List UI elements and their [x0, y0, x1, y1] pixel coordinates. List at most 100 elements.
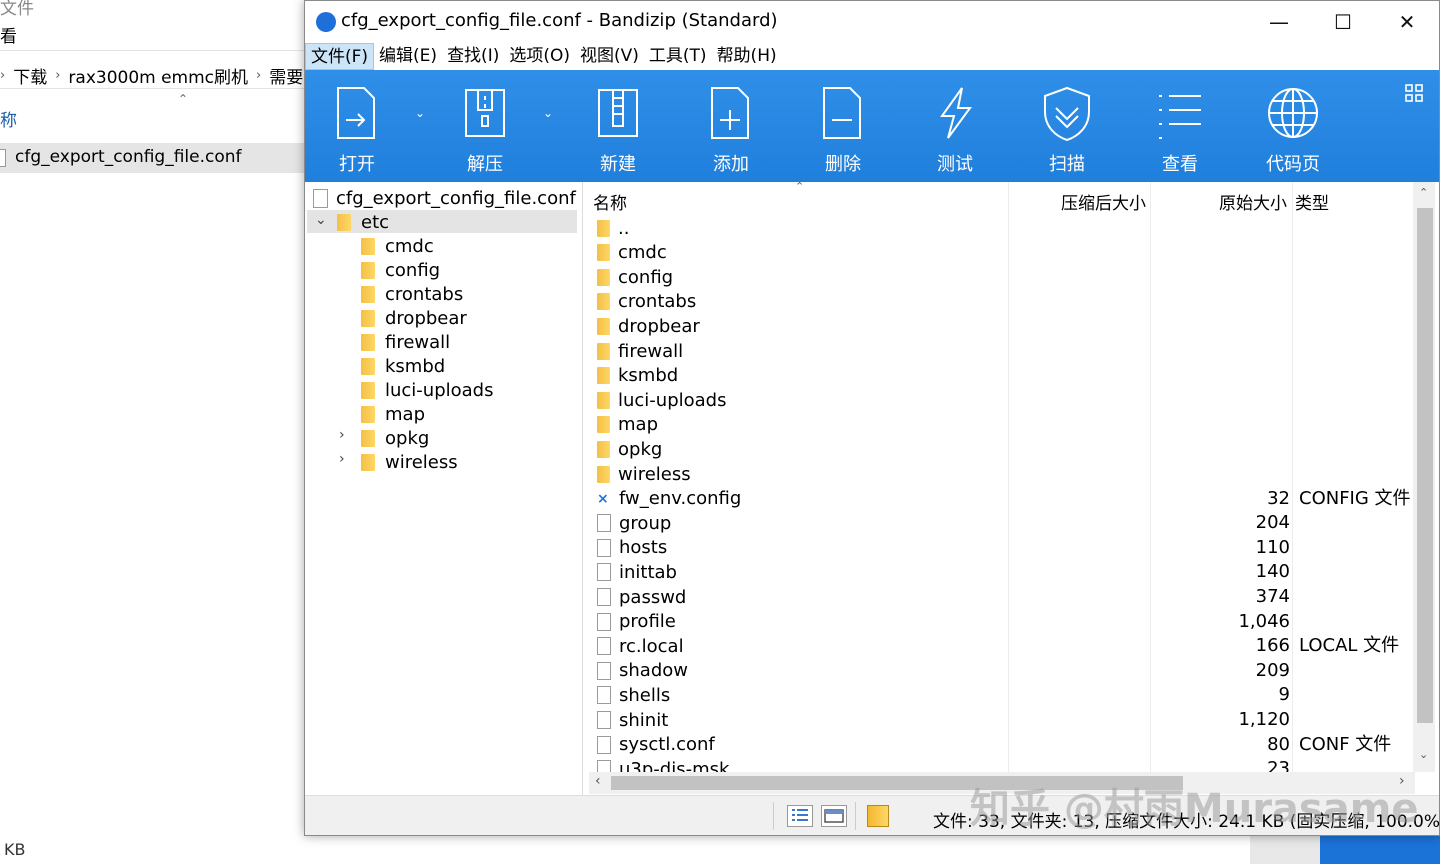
- extract-dropdown-chevron-icon[interactable]: ⌄: [543, 106, 553, 120]
- maximize-button[interactable]: ☐: [1311, 1, 1375, 43]
- archive-info-icon[interactable]: [867, 805, 889, 827]
- list-item[interactable]: shells 9: [589, 683, 1415, 708]
- column-size-header[interactable]: 原始大小: [1219, 189, 1287, 214]
- layout-grid-icon[interactable]: [1405, 84, 1423, 102]
- menu-edit[interactable]: 编辑(E): [374, 43, 442, 70]
- test-icon: [940, 87, 972, 139]
- list-item[interactable]: hosts 110: [589, 536, 1415, 561]
- scroll-thumb[interactable]: [1417, 208, 1433, 723]
- column-type-header[interactable]: 类型: [1295, 189, 1329, 214]
- file-icon: [597, 538, 611, 557]
- open-icon: [337, 87, 375, 139]
- codepage-button[interactable]: 代码页: [1253, 70, 1333, 182]
- breadcrumb-item[interactable]: 下载: [13, 63, 47, 88]
- add-button[interactable]: 添加: [691, 70, 771, 182]
- close-button[interactable]: ✕: [1375, 1, 1439, 43]
- list-item[interactable]: profile 1,046: [589, 610, 1415, 635]
- list-item[interactable]: opkg: [589, 437, 1415, 462]
- scroll-up-icon[interactable]: ⌃: [1419, 186, 1428, 199]
- tree-item-etc[interactable]: etc: [337, 210, 389, 234]
- list-item-name: sysctl.conf: [619, 734, 715, 756]
- list-item[interactable]: shinit 1,120: [589, 708, 1415, 733]
- file-list: 名称 ⌃ 压缩后大小 原始大小 类型 .. cmdc config crontabs d…: [589, 180, 1437, 795]
- vertical-scrollbar[interactable]: ⌃ ⌄: [1413, 182, 1435, 772]
- list-item-name: firewall: [618, 340, 684, 362]
- scan-button[interactable]: 扫描: [1027, 70, 1107, 182]
- tree-item-opkg[interactable]: opkg: [361, 426, 429, 450]
- list-item[interactable]: luci-uploads: [589, 388, 1415, 413]
- tree-item-label: opkg: [385, 427, 430, 449]
- bg-view-buttons[interactable]: [1250, 836, 1320, 864]
- file-icon: [313, 188, 328, 208]
- view-button[interactable]: 查看: [1140, 70, 1220, 182]
- list-item[interactable]: ..: [589, 216, 1415, 241]
- list-item[interactable]: crontabs: [589, 290, 1415, 315]
- file-icon: [597, 637, 611, 656]
- list-item[interactable]: wireless: [589, 462, 1415, 487]
- menu-file[interactable]: 文件(F): [305, 43, 375, 70]
- list-item[interactable]: rc.local 166 LOCAL 文件: [589, 634, 1415, 659]
- list-item-name: dropbear: [618, 315, 700, 337]
- tree-item-luci-uploads[interactable]: luci-uploads: [361, 378, 493, 402]
- tree-item-dropbear[interactable]: dropbear: [361, 306, 467, 330]
- list-item[interactable]: config: [589, 265, 1415, 290]
- list-item-name-cell: shells: [597, 683, 670, 707]
- list-item[interactable]: map: [589, 413, 1415, 438]
- menu-find[interactable]: 查找(I): [442, 43, 504, 70]
- file-icon: [597, 686, 611, 705]
- list-item[interactable]: cmdc: [589, 241, 1415, 266]
- list-item-name-cell: passwd: [597, 585, 686, 609]
- chevron-down-icon[interactable]: ⌄: [315, 212, 327, 228]
- delete-button[interactable]: 删除: [803, 70, 883, 182]
- column-packed-header[interactable]: 压缩后大小: [1061, 189, 1146, 214]
- preview-pane-icon[interactable]: [821, 805, 847, 827]
- list-item[interactable]: dropbear: [589, 314, 1415, 339]
- list-item[interactable]: inittab 140: [589, 560, 1415, 585]
- tree-item-cmdc[interactable]: cmdc: [361, 234, 434, 258]
- title-bar[interactable]: cfg_export_config_file.conf - Bandizip (…: [305, 1, 1439, 43]
- add-label: 添加: [713, 154, 749, 175]
- details-view-icon[interactable]: [787, 805, 813, 827]
- scroll-down-icon[interactable]: ⌄: [1419, 748, 1428, 761]
- menu-view[interactable]: 视图(V): [575, 43, 644, 70]
- menu-help[interactable]: 帮助(H): [712, 43, 782, 70]
- list-item[interactable]: firewall: [589, 339, 1415, 364]
- new-archive-button[interactable]: 新建: [578, 70, 658, 182]
- folder-icon: [597, 268, 610, 286]
- open-button[interactable]: 打开: [317, 70, 397, 182]
- tree-item-firewall[interactable]: firewall: [361, 330, 450, 354]
- tree-root[interactable]: cfg_export_config_file.conf: [313, 186, 576, 210]
- divider: [855, 802, 856, 830]
- tree-item-config[interactable]: config: [361, 258, 440, 282]
- bg-menu-partial: 文件: [0, 0, 34, 19]
- list-item[interactable]: ksmbd: [589, 364, 1415, 389]
- vscode-file-icon: ⨯: [597, 490, 609, 507]
- list-item[interactable]: sysctl.conf 80 CONF 文件: [589, 733, 1415, 758]
- menu-tools[interactable]: 工具(T): [644, 43, 712, 70]
- bg-column-header[interactable]: 称: [0, 106, 17, 131]
- list-item[interactable]: shadow 209: [589, 659, 1415, 684]
- breadcrumb-item[interactable]: 需要: [269, 63, 303, 88]
- chevron-right-icon[interactable]: ›: [339, 427, 345, 443]
- list-item-name: config: [618, 266, 674, 288]
- tree-item-wireless[interactable]: wireless: [361, 450, 458, 474]
- list-item[interactable]: passwd 374: [589, 585, 1415, 610]
- extract-button[interactable]: 解压: [445, 70, 525, 182]
- tree-item-label: map: [385, 403, 425, 425]
- chevron-right-icon[interactable]: ›: [339, 451, 345, 467]
- tree-item-map[interactable]: map: [361, 402, 425, 426]
- test-button[interactable]: 测试: [915, 70, 995, 182]
- bg-view-partial[interactable]: 看: [0, 22, 17, 47]
- breadcrumb-item[interactable]: rax3000m emmc刷机: [68, 63, 248, 88]
- tree-item-ksmbd[interactable]: ksmbd: [361, 354, 445, 378]
- menu-options[interactable]: 选项(O): [504, 43, 575, 70]
- list-item[interactable]: ⨯ fw_env.config 32 CONFIG 文件: [589, 487, 1415, 512]
- codepage-icon: [1268, 88, 1318, 138]
- open-dropdown-chevron-icon[interactable]: ⌄: [415, 106, 425, 120]
- bg-selected-row[interactable]: cfg_export_config_file.conf: [0, 143, 304, 173]
- minimize-button[interactable]: —: [1247, 1, 1311, 43]
- list-item[interactable]: group 204: [589, 511, 1415, 536]
- tree-item-crontabs[interactable]: crontabs: [361, 282, 463, 306]
- column-name-header[interactable]: 名称: [593, 189, 627, 214]
- scroll-left-icon[interactable]: ‹: [595, 773, 601, 789]
